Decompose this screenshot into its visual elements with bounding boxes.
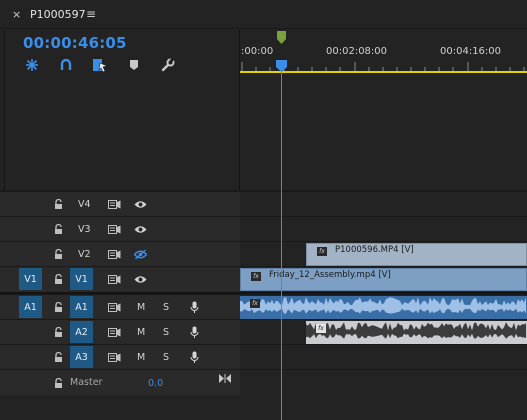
sync-lock-icon[interactable]: [107, 352, 121, 362]
playhead-timecode[interactable]: 00:00:46:05: [23, 34, 127, 52]
mute-button[interactable]: M: [137, 302, 145, 313]
video-clip-v1[interactable]: fx Friday_12_Assembly.mp4 [V]: [240, 268, 527, 291]
master-track-label: Master: [70, 377, 103, 388]
lock-icon[interactable]: [53, 326, 63, 338]
track-label-v2[interactable]: V2: [78, 249, 91, 260]
sync-lock-icon[interactable]: [107, 274, 121, 284]
waveform: [306, 322, 526, 339]
track-v4: V4: [0, 191, 527, 217]
fx-badge[interactable]: fx: [250, 299, 260, 308]
track-target-a2[interactable]: A2: [70, 321, 93, 343]
sequence-tab-title[interactable]: P1000597: [30, 8, 86, 21]
linked-selection-icon[interactable]: [91, 56, 109, 74]
sync-lock-icon[interactable]: [107, 224, 121, 234]
snap-icon[interactable]: [23, 56, 41, 74]
source-patch-a1[interactable]: A1: [19, 296, 42, 318]
fx-badge[interactable]: fx: [316, 324, 326, 333]
timeline-bottom: [0, 395, 527, 420]
solo-button[interactable]: S: [163, 327, 169, 338]
tab-divider: [0, 28, 527, 29]
lock-icon[interactable]: [53, 301, 63, 313]
track-v3: V3: [0, 216, 527, 242]
track-v2: V2 fx P1000596.MP4 [V]: [0, 241, 527, 267]
lock-icon[interactable]: [53, 377, 63, 389]
wrench-icon[interactable]: [159, 56, 177, 74]
microphone-icon[interactable]: [189, 300, 199, 314]
track-a2: A2 M S fx: [0, 319, 527, 345]
ruler-label-1: 00:02:08:00: [326, 46, 388, 57]
sync-lock-icon[interactable]: [107, 199, 121, 209]
ruler-label-0: :00:00: [241, 46, 274, 57]
waveform: [240, 297, 526, 314]
magnet-icon[interactable]: [57, 56, 75, 74]
playhead-handle-icon[interactable]: [276, 60, 287, 72]
track-v1: V1 V1 fx Friday_12_Assembly.mp4 [V]: [0, 266, 527, 292]
ruler-label-2: 00:04:16:00: [440, 46, 502, 57]
microphone-icon[interactable]: [189, 325, 199, 339]
clip-name: P1000596.MP4 [V]: [335, 245, 414, 255]
track-a1: A1 A1 M S fx: [0, 294, 527, 320]
track-target-a1[interactable]: A1: [70, 296, 93, 318]
sync-lock-icon[interactable]: [107, 249, 121, 259]
track-label-v3[interactable]: V3: [78, 224, 91, 235]
panel-menu-icon[interactable]: ≡: [86, 7, 96, 21]
eye-icon[interactable]: [133, 199, 147, 209]
in-point-marker-icon[interactable]: [277, 31, 286, 45]
track-target-v1[interactable]: V1: [70, 268, 93, 290]
lock-icon[interactable]: [53, 351, 63, 363]
eye-icon[interactable]: [133, 224, 147, 234]
track-label-v4[interactable]: V4: [78, 199, 91, 210]
lock-icon[interactable]: [53, 273, 63, 285]
playhead-line[interactable]: [281, 66, 282, 420]
go-to-end-icon[interactable]: [219, 373, 231, 383]
lock-icon[interactable]: [53, 223, 63, 235]
sync-lock-icon[interactable]: [107, 327, 121, 337]
master-volume-value[interactable]: 0.0: [148, 378, 163, 389]
lock-icon[interactable]: [53, 198, 63, 210]
track-a3: A3 M S: [0, 344, 527, 370]
source-patch-v1[interactable]: V1: [19, 268, 42, 290]
video-clip-v2[interactable]: fx P1000596.MP4 [V]: [306, 243, 527, 266]
clip-name: Friday_12_Assembly.mp4 [V]: [269, 270, 391, 280]
audio-clip-a1[interactable]: fx: [240, 296, 527, 319]
mute-button[interactable]: M: [137, 327, 145, 338]
close-tab-button[interactable]: ×: [12, 8, 21, 21]
solo-button[interactable]: S: [163, 352, 169, 363]
track-master: Master 0.0: [0, 369, 527, 396]
marker-icon[interactable]: [125, 56, 143, 74]
eye-icon[interactable]: [133, 274, 147, 284]
mute-button[interactable]: M: [137, 352, 145, 363]
eye-hidden-icon[interactable]: [133, 248, 147, 260]
lock-icon[interactable]: [53, 248, 63, 260]
audio-clip-a2[interactable]: fx: [306, 321, 527, 344]
sync-lock-icon[interactable]: [107, 302, 121, 312]
microphone-icon[interactable]: [189, 350, 199, 364]
fx-badge[interactable]: fx: [251, 272, 261, 281]
solo-button[interactable]: S: [163, 302, 169, 313]
track-target-a3[interactable]: A3: [70, 346, 93, 368]
fx-badge[interactable]: fx: [317, 247, 327, 256]
